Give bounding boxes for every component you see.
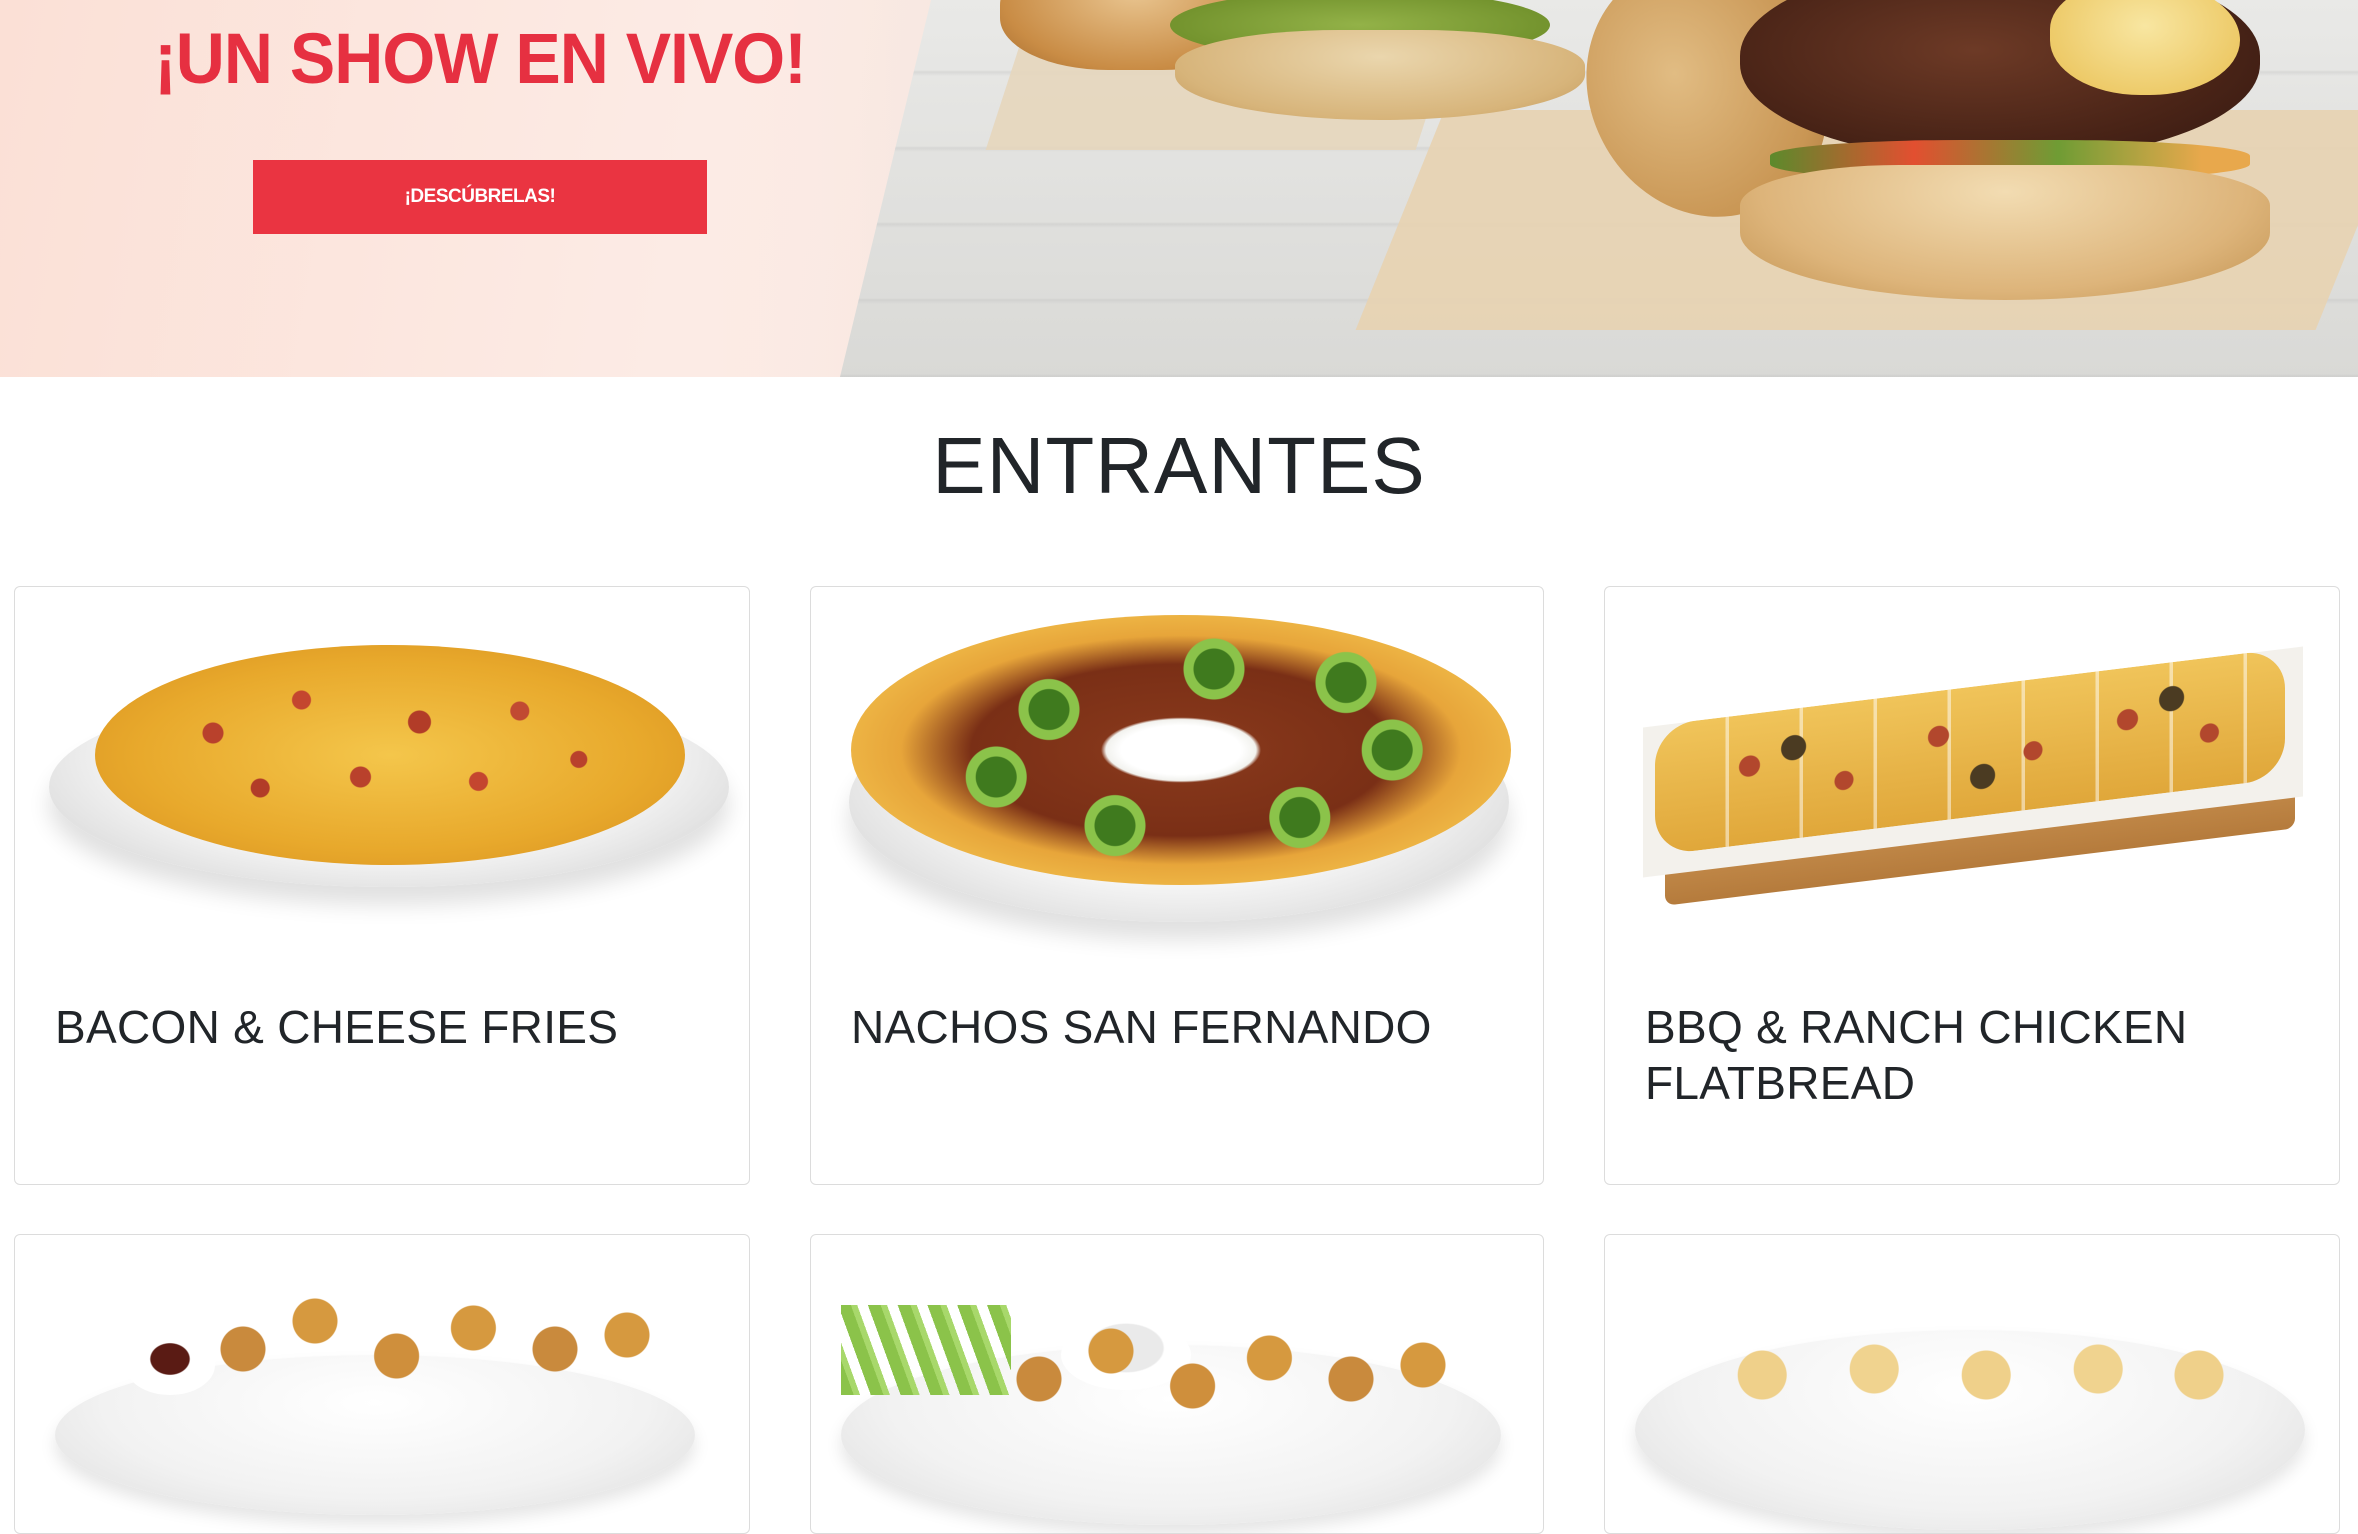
flatbread-image <box>1605 587 2339 947</box>
nachos-image <box>811 587 1543 947</box>
burger-image <box>1740 165 2270 300</box>
card-title: BACON & CHEESE FRIES <box>55 1001 619 1053</box>
page-scrollbar[interactable] <box>2350 0 2358 1396</box>
hero-title: ¡UN SHOW EN VIVO! <box>154 19 807 99</box>
menu-card-wings[interactable] <box>810 1234 1544 1534</box>
menu-card-bbq-ranch-flatbread[interactable]: BBQ & RANCH CHICKEN FLATBREAD <box>1604 586 2340 1185</box>
menu-card-bacon-cheese-fries[interactable]: BACON & CHEESE FRIES <box>14 586 750 1185</box>
sampler-platter-image <box>15 1235 749 1533</box>
bacon-cheese-fries-image <box>15 587 749 947</box>
hero-banner: ¡UN SHOW EN VIVO! ¡DESCÚBRELAS! <box>0 0 2358 377</box>
section-title: ENTRANTES <box>932 421 1426 510</box>
card-title: NACHOS SAN FERNANDO <box>851 1001 1432 1053</box>
discover-button[interactable]: ¡DESCÚBRELAS! <box>253 160 707 234</box>
menu-card-appetizer[interactable] <box>1604 1234 2340 1534</box>
appetizer-plate-image <box>1605 1235 2339 1533</box>
chicken-wings-image <box>811 1235 1543 1533</box>
card-title: BBQ & RANCH CHICKEN FLATBREAD <box>1645 1001 2188 1109</box>
burger-image <box>1175 30 1585 120</box>
menu-card-sampler[interactable] <box>14 1234 750 1534</box>
menu-card-nachos-san-fernando[interactable]: NACHOS SAN FERNANDO <box>810 586 1544 1185</box>
